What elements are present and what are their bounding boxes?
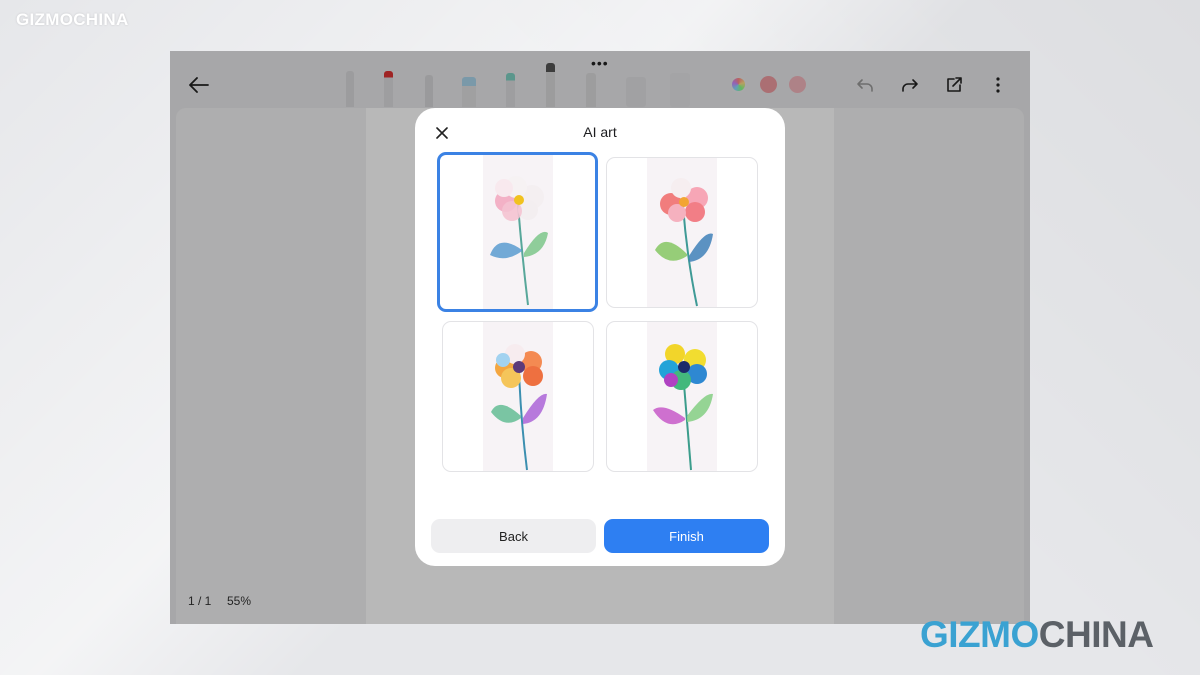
watermark-bottom-part2: CHINA: [1038, 614, 1154, 655]
flower-image: [491, 344, 547, 471]
watermark-top: GIZMOCHINA: [16, 10, 129, 29]
flower-image: [655, 178, 713, 307]
watermark-bottom-part1: GIZMO: [920, 614, 1039, 655]
ai-image-option-1[interactable]: [437, 152, 598, 312]
flower-image: [490, 176, 548, 306]
flower-image: [653, 344, 713, 471]
ai-art-dialog: AI art Back Finish: [415, 108, 785, 566]
back-button[interactable]: Back: [431, 519, 596, 553]
watermark-bottom: GIZMOCHINA: [920, 614, 1154, 656]
dialog-title: AI art: [583, 124, 617, 140]
ai-image-option-3[interactable]: [442, 321, 594, 472]
ai-image-option-2[interactable]: [606, 157, 758, 308]
finish-button[interactable]: Finish: [604, 519, 769, 553]
ai-image-option-4[interactable]: [606, 321, 758, 472]
